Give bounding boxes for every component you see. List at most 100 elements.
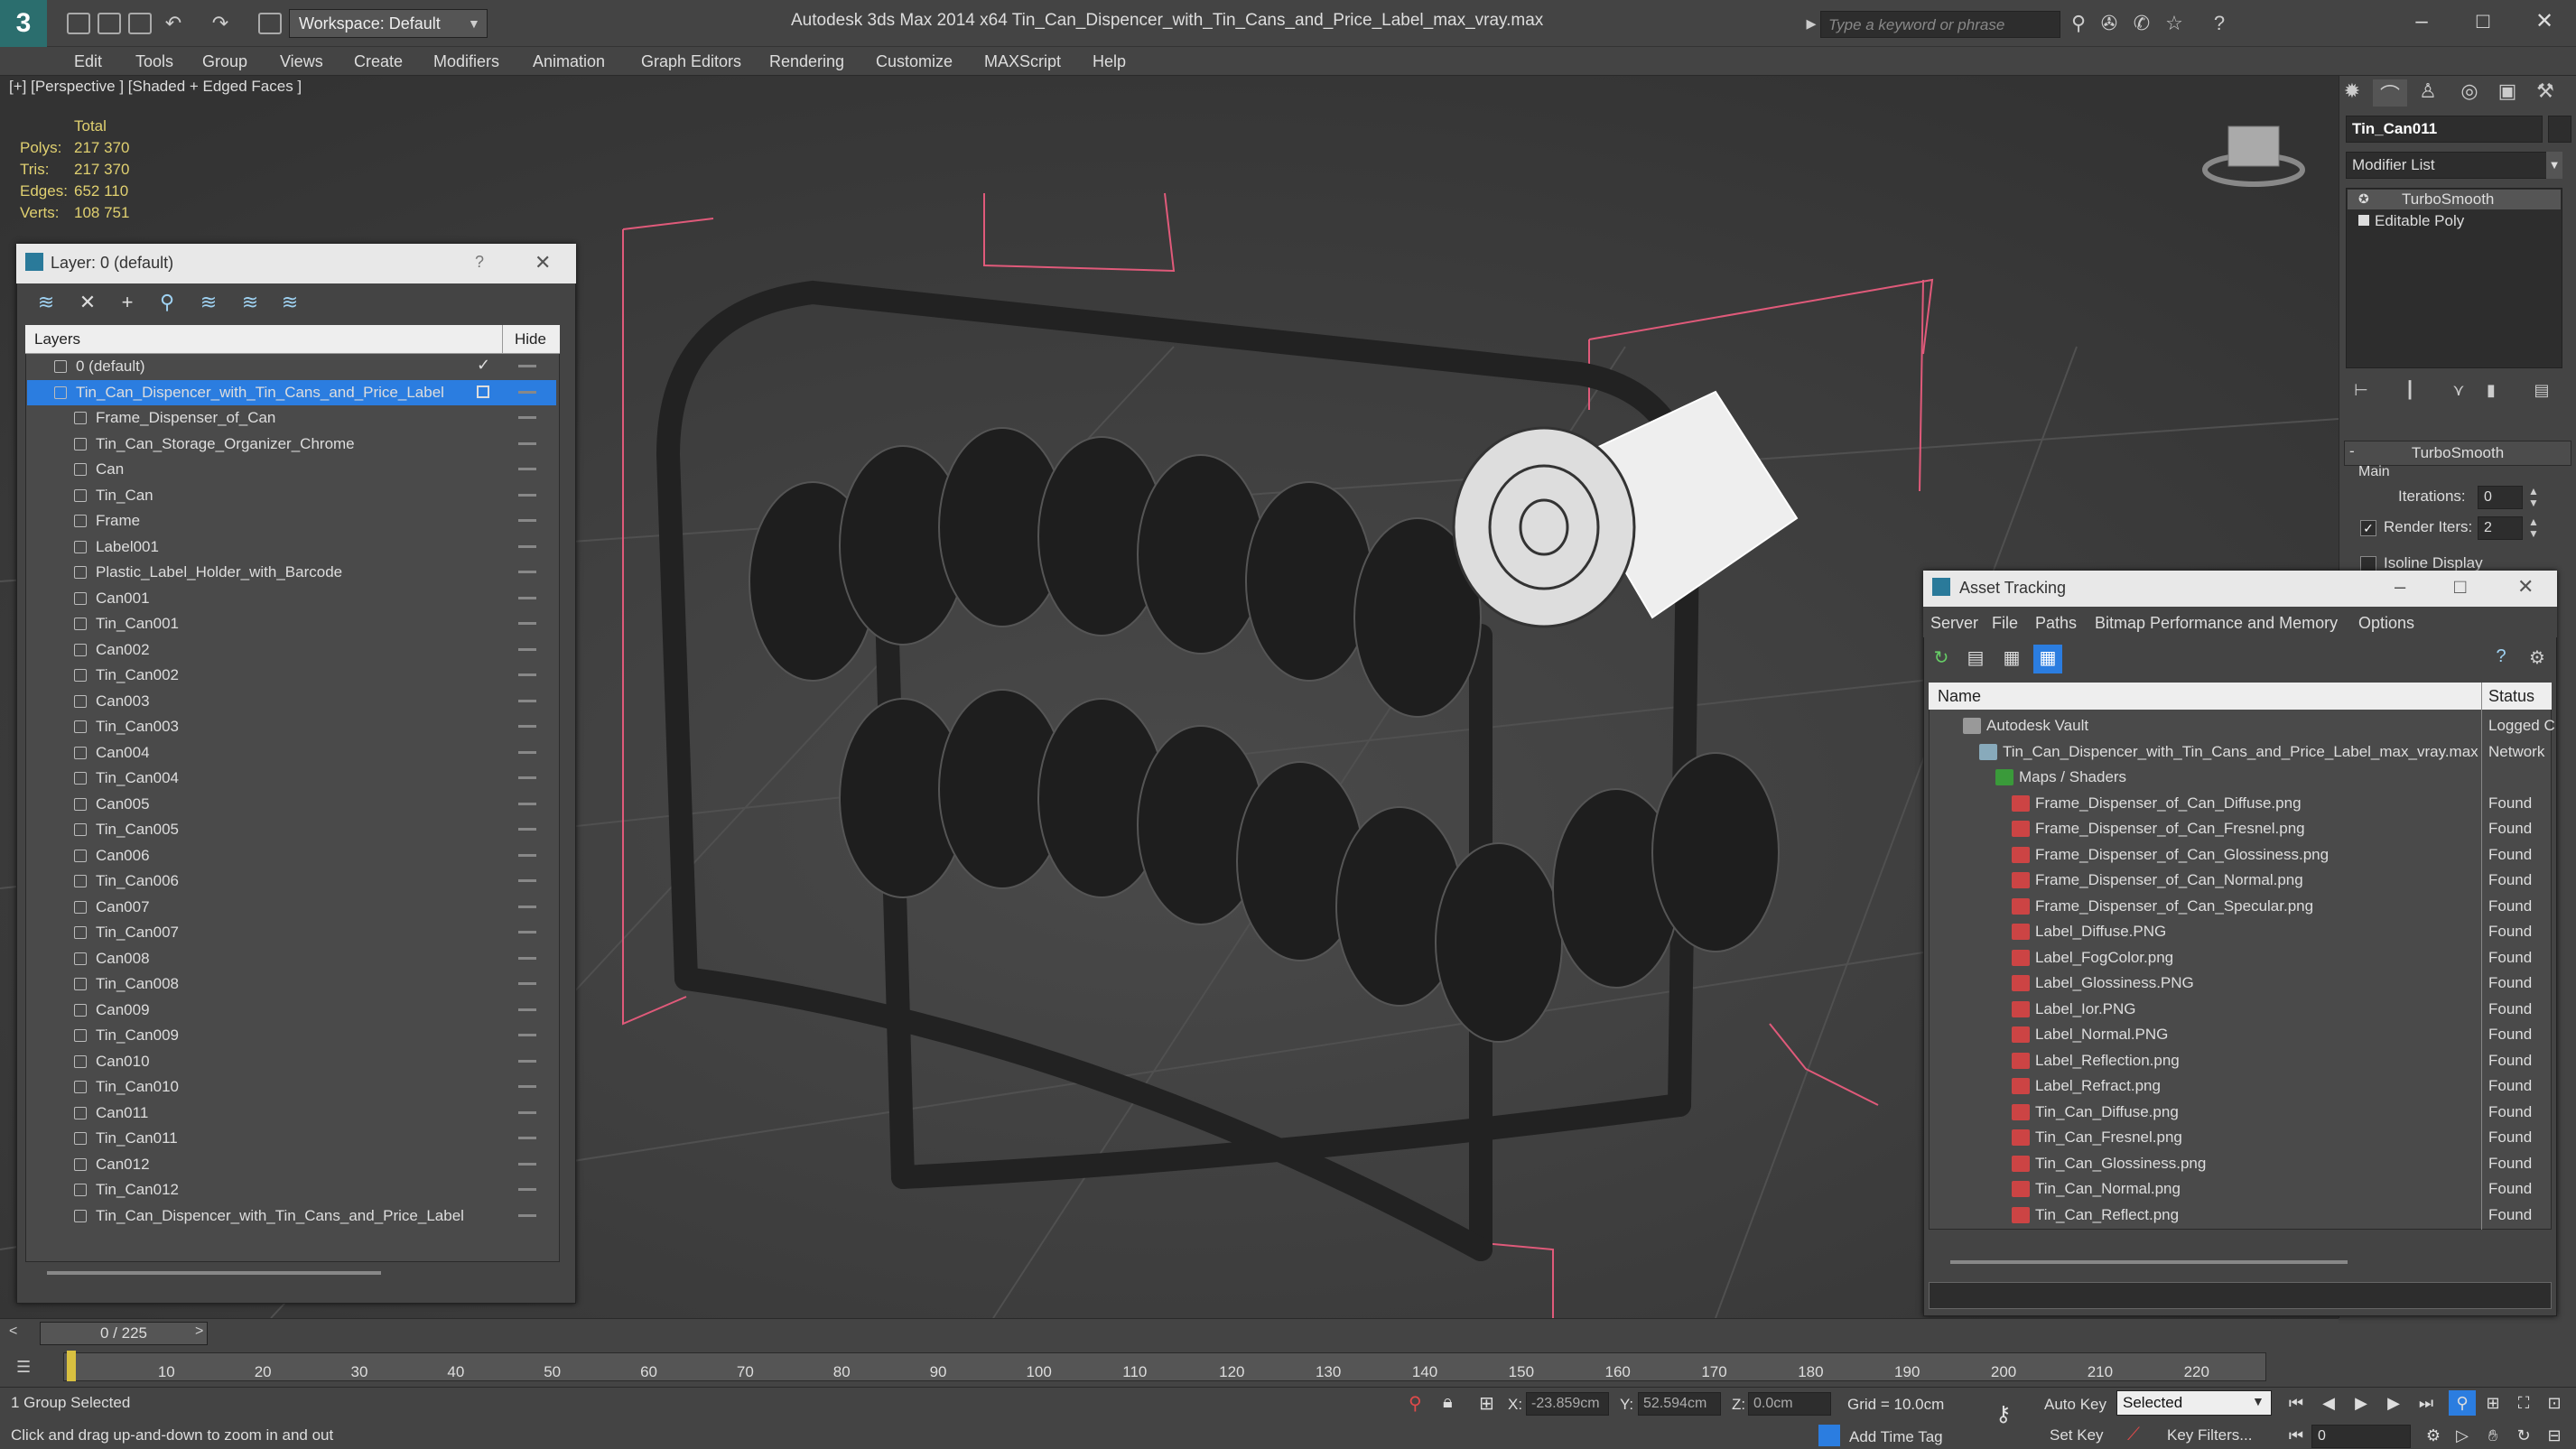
time-configuration-icon[interactable]: ⚙ [2420, 1423, 2447, 1448]
layer-row[interactable]: Can011 [27, 1101, 556, 1126]
asset-path-field[interactable] [1929, 1282, 2552, 1309]
hide-toggle[interactable] [518, 750, 536, 754]
absolute-mode-icon[interactable]: ⊞ [1479, 1392, 1494, 1415]
hierarchy-tab-icon[interactable]: ♙ [2411, 79, 2445, 107]
orbit-icon[interactable]: ↻ [2510, 1423, 2537, 1448]
layer-row[interactable]: Tin_Can006 [27, 868, 556, 894]
hide-toggle[interactable] [518, 802, 536, 805]
stack-item-turbosmooth[interactable]: TurboSmooth [2402, 190, 2494, 209]
show-end-result-icon[interactable]: ┃ [2396, 381, 2423, 404]
render-iters-checkbox[interactable]: ✓ [2360, 520, 2376, 536]
asset-row[interactable]: Label_FogColor.png Found [1930, 945, 2550, 971]
current-frame-field[interactable]: 0 [2311, 1425, 2411, 1448]
auto-key-button[interactable]: Auto Key [2044, 1396, 2106, 1414]
asset-row[interactable]: Frame_Dispenser_of_Can_Normal.png Found [1930, 868, 2550, 893]
communication-icon[interactable]: ✆ [2131, 13, 2153, 34]
undo-icon[interactable]: ↶ [163, 13, 184, 34]
hide-toggle[interactable] [518, 365, 536, 367]
key-mode-toggle-icon[interactable]: ⏮ [2283, 1423, 2310, 1448]
iterations-spinner[interactable]: 0 [2478, 486, 2523, 509]
layer-row[interactable]: Can006 [27, 843, 556, 868]
help-icon[interactable]: ? [2488, 646, 2514, 672]
hide-toggle[interactable] [518, 699, 536, 702]
layer-row[interactable]: Tin_Can007 [27, 920, 556, 945]
make-unique-icon[interactable]: ⋎ [2445, 381, 2472, 404]
chevron-down-icon[interactable]: ▼ [468, 16, 480, 31]
menu-graph-editors[interactable]: Graph Editors [641, 52, 741, 71]
time-tag-icon[interactable] [1818, 1425, 1840, 1446]
layer-row[interactable]: Frame [27, 508, 556, 534]
hide-toggle[interactable] [518, 441, 536, 445]
asset-menu-server[interactable]: Server [1930, 614, 1978, 633]
asset-row[interactable]: Label_Refract.png Found [1930, 1073, 2550, 1099]
asset-row[interactable]: Frame_Dispenser_of_Can_Glossiness.png Fou… [1930, 842, 2550, 868]
hide-toggle[interactable] [518, 905, 536, 908]
key-set-dropdown[interactable]: Selected [2116, 1390, 2272, 1416]
help-icon[interactable]: ? [475, 253, 484, 272]
key-mode-icon[interactable]: ⟋ [2127, 1425, 2140, 1445]
refresh-icon[interactable]: ↻ [1929, 646, 1954, 672]
layer-row[interactable]: Tin_Can_Dispencer_with_Tin_Cans_and_Pric… [27, 1203, 556, 1229]
current-frame-marker[interactable] [67, 1351, 76, 1381]
zoom-extents-icon[interactable]: ⛶ [2510, 1390, 2537, 1416]
maximize-viewport-icon[interactable]: ⊟ [2541, 1423, 2568, 1448]
utilities-tab-icon[interactable]: ⚒ [2528, 79, 2562, 107]
mini-curve-editor-icon[interactable]: ☰ [16, 1358, 42, 1379]
asset-row[interactable]: Label_Glossiness.PNG Found [1930, 971, 2550, 996]
field-of-view-icon[interactable]: ▷ [2449, 1423, 2476, 1448]
menu-group[interactable]: Group [202, 52, 247, 71]
hide-toggle[interactable] [518, 1213, 536, 1217]
redo-icon[interactable]: ↷ [209, 13, 231, 34]
select-objects-icon[interactable]: ⚲ [153, 291, 181, 318]
layer-row[interactable]: Can001 [27, 586, 556, 611]
hide-toggle[interactable] [518, 468, 536, 470]
hide-toggle[interactable] [518, 596, 536, 599]
menu-animation[interactable]: Animation [533, 52, 605, 71]
close-icon[interactable]: ✕ [535, 251, 551, 274]
open-file-icon[interactable] [98, 13, 121, 34]
chevron-left-icon[interactable]: < [9, 1324, 17, 1340]
chevron-down-icon[interactable]: ▼ [2252, 1394, 2264, 1408]
asset-menu-options[interactable]: Options [2358, 614, 2414, 633]
subscription-icon[interactable]: ✇ [2098, 13, 2120, 34]
save-file-icon[interactable] [128, 13, 152, 34]
create-layer-icon[interactable]: ≋ [33, 291, 60, 318]
asset-row[interactable]: Frame_Dispenser_of_Can_Fresnel.png Found [1930, 816, 2550, 841]
layer-row[interactable]: Tin_Can001 [27, 611, 556, 636]
zoom-icon[interactable]: ⚲ [2449, 1390, 2476, 1416]
layer-row[interactable]: Tin_Can005 [27, 817, 556, 842]
viewport-label[interactable]: [+] [Perspective ] [Shaded + Edged Faces… [9, 78, 302, 96]
chevron-down-icon[interactable]: ▼ [2546, 152, 2562, 179]
asset-row[interactable]: Tin_Can_Normal.png Found [1930, 1176, 2550, 1202]
asset-menu-bitmap-performance[interactable]: Bitmap Performance and Memory [2095, 614, 2338, 633]
layer-row[interactable]: 0 (default) ✓ [27, 354, 556, 379]
help-icon[interactable]: ? [2209, 13, 2230, 34]
layer-row[interactable]: Tin_Can004 [27, 766, 556, 791]
layer-row[interactable]: Tin_Can_Storage_Organizer_Chrome [27, 432, 556, 457]
configure-modifier-sets-icon[interactable]: ▤ [2528, 381, 2555, 404]
hide-all-layers-icon[interactable]: ≋ [237, 291, 264, 318]
hide-toggle[interactable] [518, 519, 536, 522]
hide-toggle[interactable] [518, 493, 536, 497]
project-folder-icon[interactable] [258, 13, 282, 34]
y-coord-field[interactable]: 52.594cm [1638, 1392, 1721, 1416]
hide-toggle[interactable] [518, 1162, 536, 1166]
lock-icon[interactable]: 🔒︎ [1443, 1392, 1453, 1413]
asset-row[interactable]: Label_Diffuse.PNG Found [1930, 919, 2550, 944]
remove-modifier-icon[interactable]: ▮ [2478, 381, 2505, 404]
asset-row[interactable]: Label_Normal.PNG Found [1930, 1022, 2550, 1047]
hide-toggle[interactable] [518, 956, 536, 960]
hide-toggle[interactable] [518, 390, 536, 394]
layer-row[interactable]: Frame_Dispenser_of_Can [27, 405, 556, 431]
layer-row[interactable]: Can009 [27, 998, 556, 1023]
layer-row[interactable]: Can002 [27, 637, 556, 663]
set-current-layer-icon[interactable] [477, 385, 489, 398]
thumbnail-view-icon[interactable]: ▦ [1999, 646, 2024, 672]
z-coord-field[interactable]: 0.0cm [1748, 1392, 1831, 1416]
menu-help[interactable]: Help [1093, 52, 1126, 71]
column-header-hide[interactable]: Hide [515, 330, 546, 348]
menu-rendering[interactable]: Rendering [769, 52, 844, 71]
asset-row[interactable]: Autodesk Vault Logged C [1930, 713, 2555, 738]
lightbulb-icon[interactable]: ✪ [2358, 191, 2369, 207]
asset-menu-paths[interactable]: Paths [2035, 614, 2077, 633]
